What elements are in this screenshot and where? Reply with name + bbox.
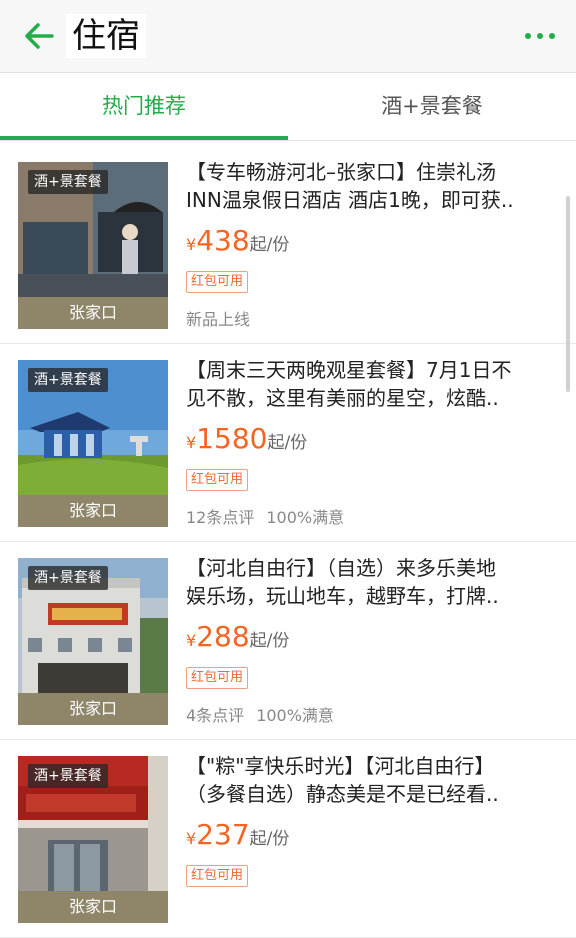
top-bar: 住宿	[0, 0, 576, 73]
more-dots-icon	[525, 33, 555, 39]
product-title: 【专车畅游河北–张家口】住崇礼汤 INN温泉假日酒店 酒店1晚，即可获..	[186, 160, 514, 212]
product-thumbnail: 酒+景套餐 张家口	[18, 756, 168, 923]
product-title: 【"粽"享快乐时光】【河北自由行】 （多餐自选）静态美是不是已经看..	[186, 754, 499, 806]
red-packet-tag: 红包可用	[186, 469, 249, 491]
price: ¥438起/份	[186, 224, 289, 264]
price-unit: 起/份	[249, 829, 290, 849]
currency-symbol: ¥	[186, 235, 197, 254]
tab-hotel-scenic-package[interactable]: 酒+景套餐	[288, 73, 576, 140]
product-thumbnail: 酒+景套餐 张家口	[18, 360, 168, 527]
price-unit: 起/份	[249, 235, 290, 255]
city-label: 张家口	[18, 495, 168, 527]
list-item[interactable]: 酒+景套餐 张家口 【河北自由行】（自选）来多乐美地 娱乐场，玩山地车，越野车，…	[0, 542, 576, 740]
currency-symbol: ¥	[186, 631, 197, 650]
product-thumbnail: 酒+景套餐 张家口	[18, 558, 168, 725]
red-packet-tag: 红包可用	[186, 271, 249, 293]
price-value: 1580	[196, 422, 268, 455]
package-badge: 酒+景套餐	[28, 368, 108, 392]
red-packet-tag: 红包可用	[186, 865, 249, 887]
page-title: 住宿	[66, 14, 146, 58]
city-label: 张家口	[18, 693, 168, 725]
price: ¥1580起/份	[186, 422, 307, 462]
back-button[interactable]	[20, 16, 60, 56]
scrollbar[interactable]	[566, 196, 570, 392]
list-item[interactable]: 酒+景套餐 张家口 【专车畅游河北–张家口】住崇礼汤 INN温泉假日酒店 酒店1…	[0, 146, 576, 344]
price: ¥288起/份	[186, 620, 289, 660]
product-title: 【河北自由行】（自选）来多乐美地 娱乐场，玩山地车，越野车，打牌..	[186, 556, 499, 608]
city-label: 张家口	[18, 891, 168, 923]
price: ¥237起/份	[186, 818, 289, 858]
product-thumbnail: 酒+景套餐 张家口	[18, 162, 168, 329]
list-item[interactable]: 酒+景套餐 张家口 【"粽"享快乐时光】【河北自由行】 （多餐自选）静态美是不是…	[0, 740, 576, 938]
list-item[interactable]: 酒+景套餐 张家口 【周末三天两晚观星套餐】7月1日不 见不散，这里有美丽的星空…	[0, 344, 576, 542]
tab-bar: 热门推荐 酒+景套餐	[0, 73, 576, 141]
red-packet-tag: 红包可用	[186, 667, 249, 689]
currency-symbol: ¥	[186, 433, 197, 452]
package-badge: 酒+景套餐	[28, 764, 108, 788]
price-unit: 起/份	[249, 631, 290, 651]
currency-symbol: ¥	[186, 829, 197, 848]
product-meta: 12条点评 100%满意	[186, 504, 344, 528]
package-badge: 酒+景套餐	[28, 566, 108, 590]
satisfaction-rate: 100%满意	[256, 706, 334, 725]
satisfaction-rate: 100%满意	[266, 508, 345, 527]
review-count: 12条点评	[186, 508, 255, 527]
active-tab-indicator	[0, 136, 288, 140]
price-value: 438	[196, 224, 250, 257]
package-badge: 酒+景套餐	[28, 170, 108, 194]
arrow-left-icon	[25, 23, 54, 49]
product-meta: 新品上线	[186, 310, 251, 329]
city-label: 张家口	[18, 297, 168, 329]
product-title: 【周末三天两晚观星套餐】7月1日不 见不散，这里有美丽的星空，炫酷..	[186, 358, 512, 410]
more-button[interactable]	[522, 24, 558, 48]
tab-hot-recommend[interactable]: 热门推荐	[0, 73, 288, 140]
price-value: 237	[196, 818, 250, 851]
product-meta: 4条点评 100%满意	[186, 702, 334, 726]
price-value: 288	[196, 620, 250, 653]
price-unit: 起/份	[267, 433, 308, 453]
review-count: 4条点评	[186, 706, 245, 725]
